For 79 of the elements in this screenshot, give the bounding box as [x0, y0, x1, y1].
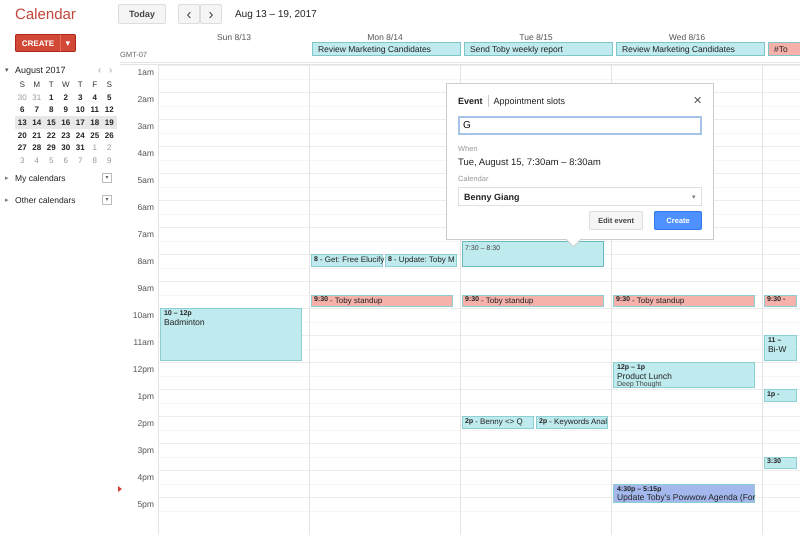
hour-label: 8am [137, 256, 154, 266]
app-title: Calendar [15, 6, 77, 22]
weekday-label: S [18, 80, 26, 89]
event-time-text: Tue, August 15, 7:30am – 8:30am [458, 157, 602, 168]
weekday-label: M [32, 80, 42, 89]
hour-label: 4am [137, 148, 154, 158]
date-range: Aug 13 – 19, 2017 [235, 8, 317, 20]
weekday-label: F [91, 80, 98, 89]
popup-tab[interactable]: Appointment slots [494, 96, 566, 106]
hour-label: 3am [137, 121, 154, 131]
weekday-label: T [76, 80, 84, 89]
day-number[interactable]: 25 [88, 130, 102, 140]
section-label[interactable]: My calendars [15, 172, 102, 183]
day-number[interactable]: 5 [102, 92, 116, 102]
create-button[interactable]: CREATE [15, 34, 61, 52]
day-number[interactable]: 9 [58, 105, 73, 114]
hour-label: 11am [133, 337, 154, 347]
day-number[interactable]: 4 [88, 92, 102, 102]
current-time-icon [118, 486, 122, 492]
hour-label: 7am [137, 229, 154, 239]
day-number[interactable]: 23 [58, 130, 73, 140]
day-number[interactable]: 24 [73, 130, 88, 140]
create-menu-button[interactable]: ▾ [61, 34, 76, 52]
close-icon[interactable]: ✕ [693, 94, 702, 107]
hour-label: 5pm [137, 499, 154, 509]
day-number[interactable]: 2 [58, 92, 73, 102]
day-number[interactable]: 31 [73, 143, 88, 152]
hour-label: 2pm [137, 418, 154, 428]
day-number[interactable]: 28 [30, 143, 44, 152]
weekday-label: W [60, 80, 71, 89]
hour-label: 4pm [137, 472, 154, 482]
weekday-label: T [48, 80, 55, 89]
month-title: August 2017 [15, 65, 67, 75]
day-number[interactable]: 29 [44, 143, 58, 152]
today-button[interactable]: Today [118, 4, 166, 24]
day-header[interactable]: Sun 8/13 [216, 32, 252, 42]
day-number[interactable]: 17 [73, 118, 88, 127]
event-title-input[interactable]: G [458, 116, 702, 135]
hour-label: 9am [137, 283, 154, 293]
day-number[interactable]: 14 [30, 118, 44, 127]
hour-label: 2am [137, 94, 154, 104]
day-number[interactable]: 10 [73, 105, 88, 114]
day-number[interactable]: 30 [58, 143, 73, 152]
day-number[interactable]: 27 [15, 143, 30, 152]
day-number[interactable]: 11 [88, 105, 102, 114]
day-number[interactable]: 12 [102, 105, 116, 114]
weekday-label: S [106, 80, 113, 89]
day-number[interactable]: 18 [88, 118, 102, 127]
popup-tab[interactable]: Event [458, 96, 483, 106]
hour-label: 5am [137, 175, 154, 185]
previous-button[interactable]: ‹ [178, 4, 200, 24]
section-label[interactable]: Other calendars [15, 194, 102, 205]
hour-label: 3pm [137, 445, 154, 455]
hour-label: 12pm [132, 364, 154, 374]
day-number[interactable]: 13 [15, 118, 30, 127]
day-number[interactable]: 6 [15, 105, 30, 114]
hour-label: 6am [137, 202, 154, 212]
day-number[interactable]: 16 [58, 118, 73, 127]
day-header[interactable]: Wed 8/16 [668, 32, 706, 42]
day-number[interactable]: 1 [44, 92, 58, 102]
all-day-event[interactable]: Review Marketing Candidates [616, 42, 765, 56]
hour-label: 1am [137, 67, 154, 77]
day-number[interactable]: 19 [102, 118, 116, 127]
day-number[interactable]: 26 [102, 130, 116, 140]
all-day-event[interactable]: #To [768, 42, 800, 56]
all-day-event[interactable]: Review Marketing Candidates [312, 42, 461, 56]
day-number[interactable]: 20 [15, 130, 30, 140]
day-number[interactable]: 3 [73, 92, 88, 102]
day-number[interactable]: 15 [44, 118, 58, 127]
day-number[interactable]: 22 [44, 130, 58, 140]
day-header[interactable]: Tue 8/15 [519, 32, 553, 42]
day-number[interactable]: 7 [30, 105, 44, 114]
all-day-event[interactable]: Send Toby weekly report [464, 42, 613, 56]
day-number[interactable]: 8 [44, 105, 58, 114]
hour-label: 10am [132, 310, 154, 320]
day-number[interactable]: 21 [30, 130, 44, 140]
hour-label: 1pm [137, 391, 154, 401]
next-button[interactable]: › [200, 4, 222, 24]
day-header[interactable]: Mon 8/14 [367, 32, 403, 42]
